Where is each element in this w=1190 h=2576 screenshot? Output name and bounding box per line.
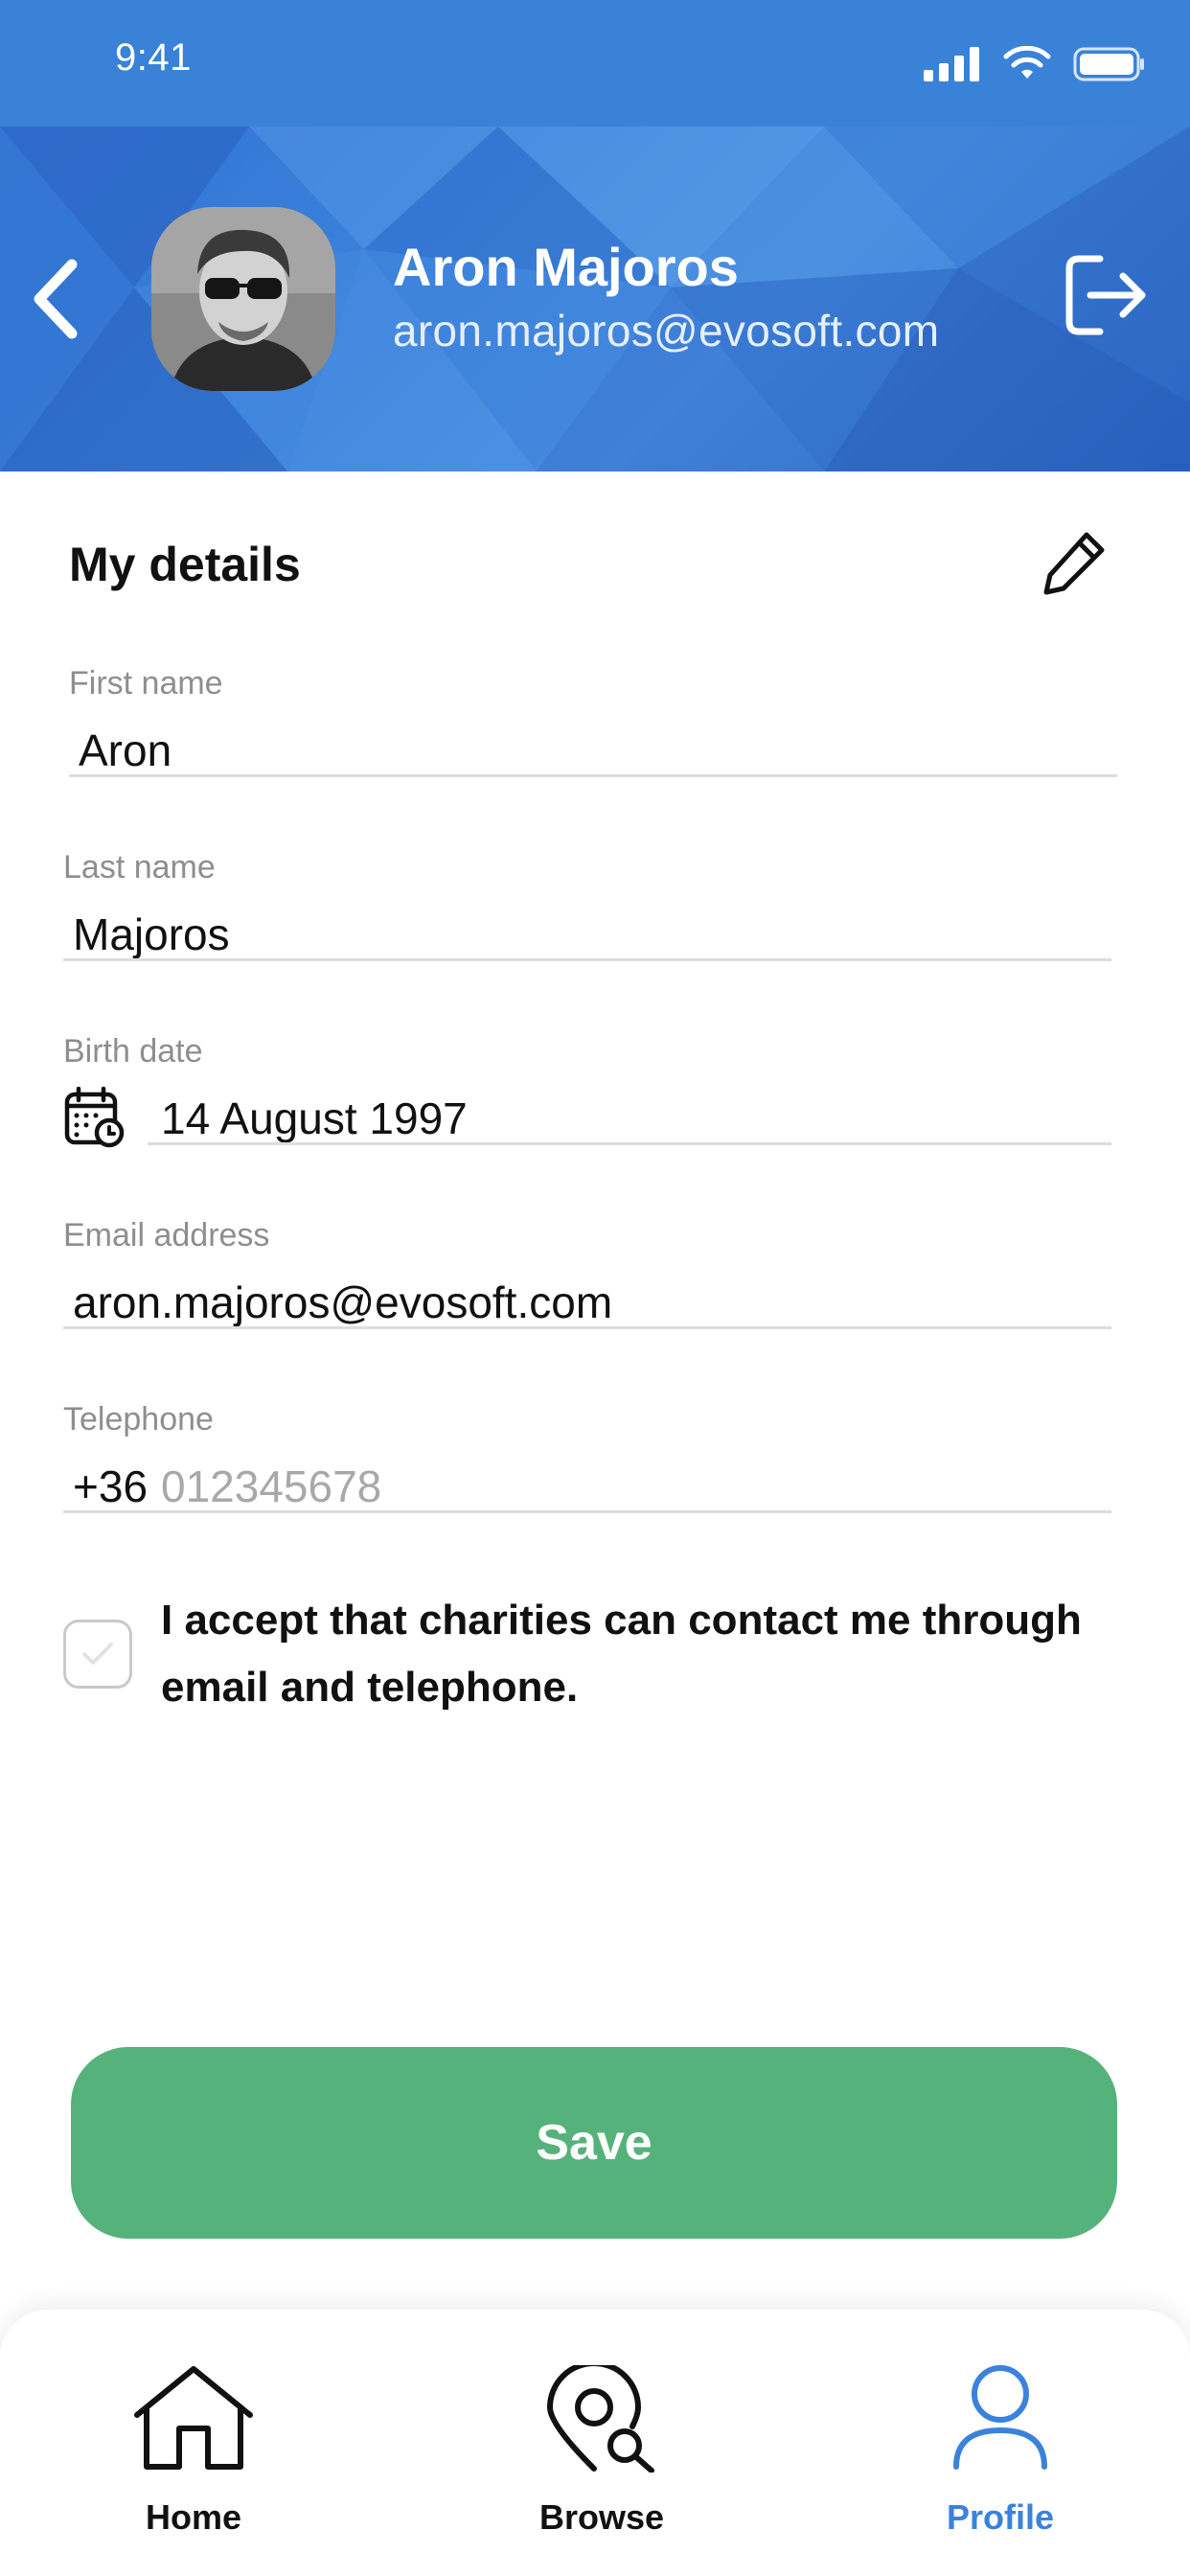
profile-header: 9:41 Aron Majoros aron.majoros@evosoft.c… xyxy=(0,0,1190,472)
avatar xyxy=(151,207,335,391)
person-icon xyxy=(953,2365,1047,2470)
email-label: Email address xyxy=(63,1217,270,1254)
battery-icon xyxy=(1073,47,1144,81)
chevron-left-icon xyxy=(34,259,78,339)
profile-email: aron.majoros@evosoft.com xyxy=(393,306,940,356)
email-underline xyxy=(63,1326,1111,1329)
tab-browse-label: Browse xyxy=(538,2497,665,2537)
status-icons xyxy=(924,40,1146,88)
signal-icon xyxy=(924,47,979,81)
location-search-icon xyxy=(546,2365,654,2472)
telephone-field[interactable]: 012345678 xyxy=(161,1460,381,1512)
edit-button[interactable] xyxy=(1037,523,1113,600)
status-time: 9:41 xyxy=(115,36,192,79)
tab-bar: Home Browse Profile xyxy=(0,2310,1190,2576)
last-name-field[interactable]: Majoros xyxy=(73,908,230,960)
last-name-underline xyxy=(63,958,1111,961)
birth-date-label: Birth date xyxy=(63,1033,203,1070)
tab-browse[interactable]: Browse xyxy=(477,2310,726,2576)
logout-button[interactable] xyxy=(1058,247,1154,343)
tab-home[interactable]: Home xyxy=(69,2310,318,2576)
consent-text: I accept that charities can contact me t… xyxy=(161,1597,1082,1711)
section-title: My details xyxy=(69,538,301,591)
calendar-icon[interactable] xyxy=(63,1086,125,1148)
first-name-underline xyxy=(69,774,1117,777)
last-name-label: Last name xyxy=(63,849,216,886)
checkmark-icon xyxy=(82,1643,113,1665)
telephone-underline xyxy=(63,1510,1111,1513)
first-name-label: First name xyxy=(69,665,223,702)
home-icon xyxy=(134,2366,253,2470)
consent-checkbox[interactable] xyxy=(63,1620,132,1689)
email-field[interactable]: aron.majoros@evosoft.com xyxy=(73,1276,612,1328)
telephone-label: Telephone xyxy=(63,1401,214,1438)
status-bar: 9:41 xyxy=(0,0,1190,126)
first-name-field[interactable]: Aron xyxy=(79,724,172,776)
logout-icon xyxy=(1065,255,1146,335)
back-button[interactable] xyxy=(17,251,94,347)
tab-home-label: Home xyxy=(145,2497,242,2537)
birth-date-field[interactable]: 14 August 1997 xyxy=(161,1092,468,1144)
pencil-icon xyxy=(1043,532,1105,595)
profile-name: Aron Majoros xyxy=(393,237,739,297)
telephone-prefix[interactable]: +36 xyxy=(73,1460,148,1512)
avatar-photo xyxy=(151,207,335,391)
save-button[interactable]: Save xyxy=(71,2047,1117,2239)
birth-date-underline xyxy=(148,1142,1111,1145)
wifi-icon xyxy=(1003,46,1051,79)
tab-profile-label: Profile xyxy=(946,2497,1055,2537)
tab-profile[interactable]: Profile xyxy=(876,2310,1125,2576)
